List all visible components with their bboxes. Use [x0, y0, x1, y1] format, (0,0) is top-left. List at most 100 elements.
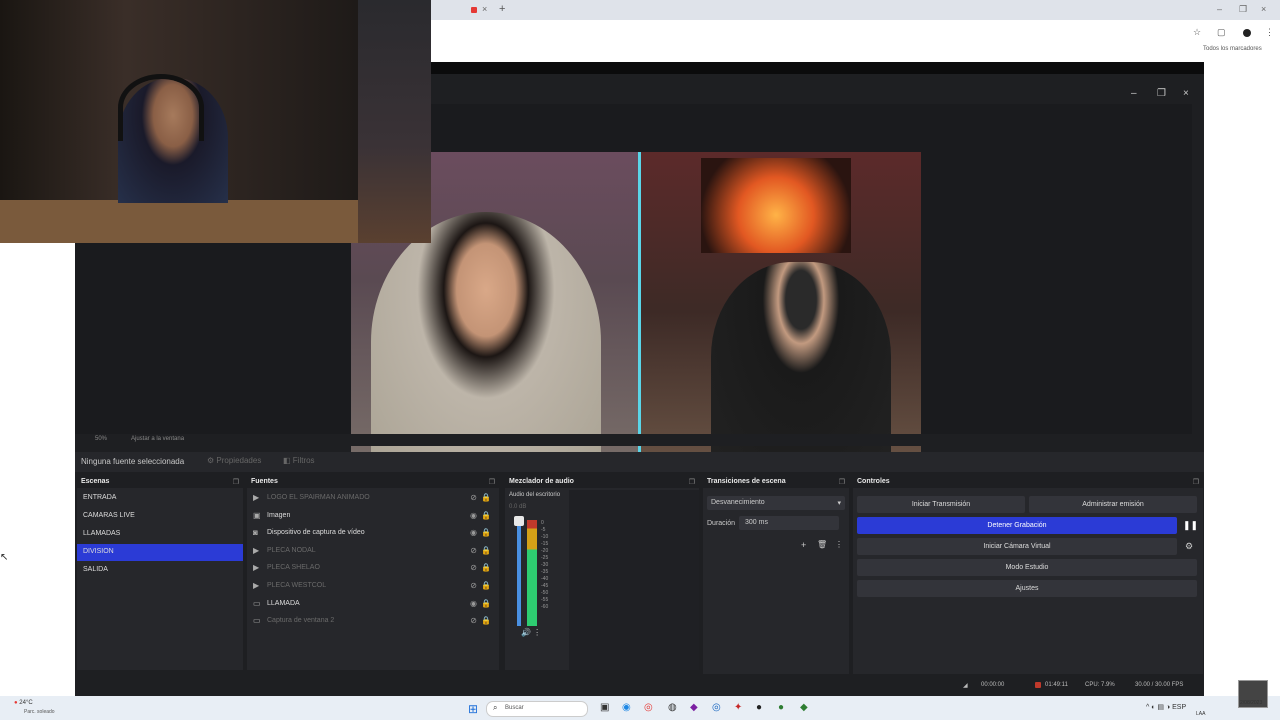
- gear-icon[interactable]: ⚙: [1185, 541, 1193, 552]
- visibility-eye-icon[interactable]: ◉: [470, 511, 477, 520]
- add-icon[interactable]: +: [801, 540, 806, 550]
- source-label: Dispositivo de captura de vídeo: [267, 529, 365, 537]
- speaker-icon[interactable]: 🔊 ⋮: [521, 628, 541, 637]
- lock-icon[interactable]: 🔒: [481, 599, 491, 608]
- undock-icon[interactable]: ❐: [489, 478, 495, 486]
- app-icon[interactable]: ●: [778, 702, 784, 713]
- menu-icon[interactable]: ⋮: [835, 540, 843, 549]
- play-icon: ▶: [253, 493, 260, 502]
- properties-label: Propiedades: [216, 456, 262, 465]
- virtual-camera-button[interactable]: Iniciar Cámara Virtual: [857, 538, 1177, 555]
- volume-meter: [527, 520, 537, 626]
- lock-icon[interactable]: 🔒: [481, 528, 491, 537]
- close-button[interactable]: ×: [1261, 4, 1266, 14]
- zoom-level[interactable]: 50%: [95, 436, 107, 442]
- status-bar: ◢ 00:00:00 01:49:11 CPU: 7.9% 30.00 / 30…: [75, 674, 1204, 696]
- mixer-empty-area: [569, 490, 699, 670]
- lock-icon[interactable]: 🔒: [481, 546, 491, 555]
- extensions-icon[interactable]: ▢: [1217, 27, 1226, 38]
- minimize-button[interactable]: –: [1217, 4, 1222, 14]
- system-tray[interactable]: ^ ◐ ▤ ◑ ESP: [1146, 703, 1186, 711]
- manage-stream-button[interactable]: Administrar emisión: [1029, 496, 1197, 513]
- close-tab-button[interactable]: ×: [482, 4, 487, 14]
- source-label: LOGO EL SPAIRMAN ANIMADO: [267, 494, 370, 501]
- app-icon[interactable]: ✦: [734, 702, 742, 713]
- app-icon[interactable]: ●: [756, 702, 762, 713]
- taskbar-search[interactable]: ⌕ Buscar: [486, 701, 588, 717]
- maximize-button[interactable]: ❐: [1239, 4, 1247, 15]
- windows-start-icon[interactable]: ⊞: [468, 702, 478, 716]
- settings-button[interactable]: Ajustes: [857, 580, 1197, 597]
- chrome-icon[interactable]: ◎: [644, 702, 653, 713]
- undock-icon[interactable]: ❐: [233, 478, 239, 486]
- scene-item[interactable]: LLAMADAS: [77, 526, 243, 543]
- volume-slider-handle[interactable]: [514, 516, 524, 526]
- undock-icon[interactable]: ❐: [839, 478, 845, 486]
- app-icon[interactable]: ◆: [690, 702, 698, 713]
- undock-icon[interactable]: ❐: [1193, 478, 1199, 486]
- studio-mode-button[interactable]: Modo Estudio: [857, 559, 1197, 576]
- obs-maximize-button[interactable]: ❐: [1157, 88, 1166, 99]
- visibility-eye-icon[interactable]: ◉: [470, 599, 477, 608]
- properties-button[interactable]: ⚙ Propiedades: [207, 456, 261, 465]
- source-item[interactable]: ▶ PLECA WESTCOL ⊘ 🔒: [247, 578, 499, 596]
- camera-icon: ◙: [253, 528, 258, 538]
- visibility-eye-icon[interactable]: ⊘: [470, 563, 477, 572]
- address-bar[interactable]: ☆ ▢ ⋮: [431, 22, 1280, 44]
- lock-icon[interactable]: 🔒: [481, 563, 491, 572]
- volume-slider[interactable]: [517, 516, 521, 626]
- lock-icon[interactable]: 🔒: [481, 511, 491, 520]
- transition-select[interactable]: Desvanecimiento ▾: [707, 496, 845, 510]
- task-view-icon[interactable]: ▣: [600, 702, 609, 713]
- scene-item-selected[interactable]: DIVISION: [77, 544, 243, 561]
- mouse-cursor-icon: ↖: [0, 552, 9, 563]
- duration-input[interactable]: 300 ms: [739, 516, 839, 530]
- trash-icon[interactable]: 🗑: [817, 540, 827, 549]
- obs-app-icon[interactable]: ◍: [668, 702, 677, 713]
- clock[interactable]: 2/08/2023: [1240, 700, 1262, 707]
- visibility-eye-icon[interactable]: ⊘: [470, 616, 477, 625]
- source-item[interactable]: ◙ Dispositivo de captura de vídeo ◉ 🔒: [247, 525, 499, 543]
- source-label: LLAMADA: [267, 599, 300, 607]
- scene-item[interactable]: CAMARAS LIVE: [77, 508, 243, 525]
- obs-minimize-button[interactable]: –: [1131, 88, 1137, 99]
- stop-recording-button[interactable]: Detener Grabación: [857, 517, 1177, 534]
- search-icon: ⌕: [493, 703, 498, 712]
- source-item[interactable]: ▣ Imagen ◉ 🔒: [247, 508, 499, 526]
- lock-icon[interactable]: 🔒: [481, 616, 491, 625]
- visibility-eye-icon[interactable]: ◉: [470, 528, 477, 537]
- filters-button[interactable]: ◧ Filtros: [283, 456, 315, 465]
- visibility-eye-icon[interactable]: ⊘: [470, 581, 477, 590]
- lock-icon[interactable]: 🔒: [481, 581, 491, 590]
- fit-to-window-select[interactable]: Ajustar a la ventana: [131, 436, 184, 442]
- pause-icon[interactable]: ❚❚: [1183, 520, 1198, 531]
- source-item[interactable]: ▶ LOGO EL SPAIRMAN ANIMADO ⊘ 🔒: [247, 490, 499, 508]
- star-icon[interactable]: ☆: [1193, 27, 1201, 38]
- profile-avatar[interactable]: [1243, 29, 1251, 37]
- visibility-eye-icon[interactable]: ⊘: [470, 493, 477, 502]
- scene-item[interactable]: ENTRADA: [77, 490, 243, 507]
- source-item[interactable]: ▭ Captura de ventana 2 ⊘ 🔒: [247, 613, 499, 631]
- start-stream-button[interactable]: Iniciar Transmisión: [857, 496, 1025, 513]
- bookmarks-folder[interactable]: Todos los marcadores: [1203, 46, 1262, 52]
- undock-icon[interactable]: ❐: [689, 478, 695, 486]
- app-icon[interactable]: ◆: [800, 702, 808, 713]
- scene-preview[interactable]: [351, 152, 921, 472]
- browser-app-icon[interactable]: ◎: [712, 702, 721, 713]
- source-item[interactable]: ▶ PLECA SHELAO ⊘ 🔒: [247, 560, 499, 578]
- edge-icon[interactable]: ◉: [622, 702, 631, 713]
- play-icon: ▶: [253, 581, 260, 590]
- source-item[interactable]: ▭ LLAMADA ◉ 🔒: [247, 596, 499, 614]
- meter-tick-label: -50: [541, 590, 549, 596]
- lock-icon[interactable]: 🔒: [481, 493, 491, 502]
- weather-widget[interactable]: ● 24°C: [14, 700, 33, 706]
- obs-close-button[interactable]: ×: [1183, 88, 1189, 99]
- menu-icon[interactable]: ⋮: [1265, 27, 1274, 38]
- scene-label: LLAMADAS: [83, 530, 121, 537]
- new-tab-button[interactable]: +: [499, 3, 505, 15]
- signal-icon: ◢: [963, 683, 968, 689]
- source-item[interactable]: ▶ PLECA NODAL ⊘ 🔒: [247, 543, 499, 561]
- visibility-eye-icon[interactable]: ⊘: [470, 546, 477, 555]
- scene-item[interactable]: SALIDA: [77, 562, 243, 579]
- webcam-overlay: [0, 0, 358, 243]
